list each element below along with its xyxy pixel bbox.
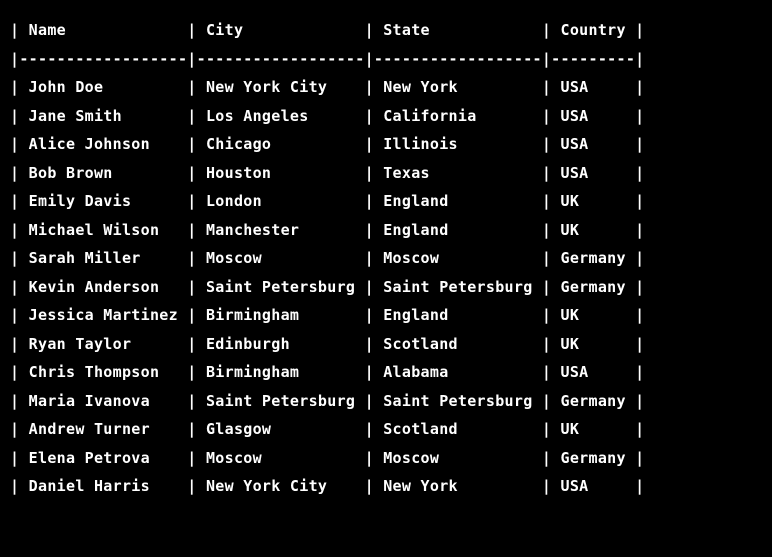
table-row: | John Doe | New York City | New York | … <box>10 73 762 102</box>
table-row: | Ryan Taylor | Edinburgh | Scotland | U… <box>10 330 762 359</box>
table-separator: |------------------|------------------|-… <box>10 45 762 74</box>
table-row: | Kevin Anderson | Saint Petersburg | Sa… <box>10 273 762 302</box>
table-row: | Jessica Martinez | Birmingham | Englan… <box>10 301 762 330</box>
table-row: | Bob Brown | Houston | Texas | USA | <box>10 159 762 188</box>
ascii-table: | Name | City | State | Country ||------… <box>0 0 772 525</box>
table-row: | Maria Ivanova | Saint Petersburg | Sai… <box>10 387 762 416</box>
table-row: | Emily Davis | London | England | UK | <box>10 187 762 216</box>
table-row: | Sarah Miller | Moscow | Moscow | Germa… <box>10 244 762 273</box>
table-row: | Daniel Harris | New York City | New Yo… <box>10 472 762 501</box>
table-header-row: | Name | City | State | Country | <box>10 16 762 45</box>
table-row: | Elena Petrova | Moscow | Moscow | Germ… <box>10 444 762 473</box>
table-row: | Chris Thompson | Birmingham | Alabama … <box>10 358 762 387</box>
table-row: | Alice Johnson | Chicago | Illinois | U… <box>10 130 762 159</box>
table-body: | John Doe | New York City | New York | … <box>10 73 762 501</box>
table-row: | Jane Smith | Los Angeles | California … <box>10 102 762 131</box>
table-row: | Andrew Turner | Glasgow | Scotland | U… <box>10 415 762 444</box>
table-row: | Michael Wilson | Manchester | England … <box>10 216 762 245</box>
